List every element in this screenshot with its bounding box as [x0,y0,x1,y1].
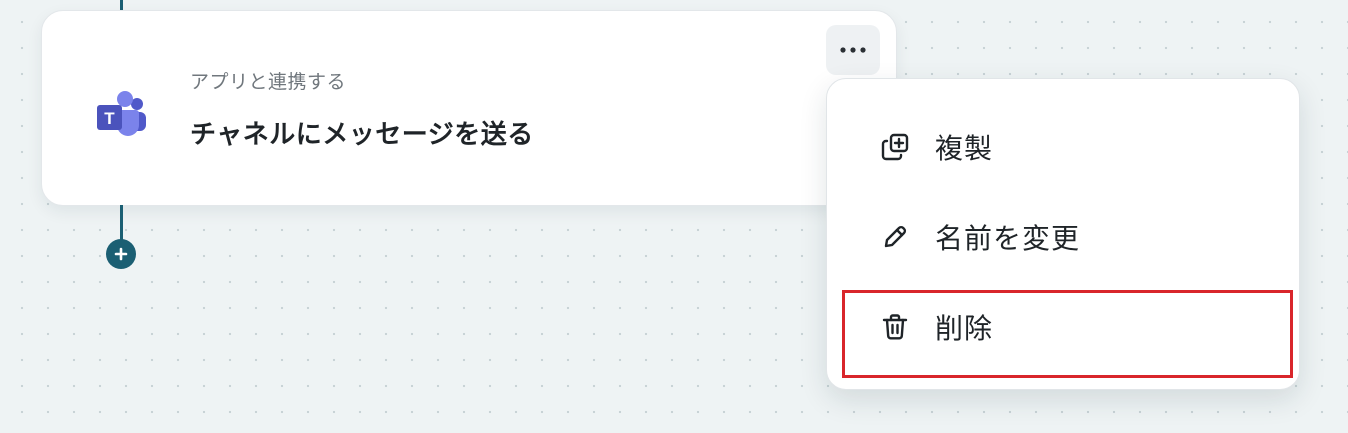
context-menu: 複製 名前を変更 削除 [826,78,1300,390]
menu-item-duplicate[interactable]: 複製 [827,107,1299,187]
ellipsis-icon [840,47,866,53]
add-step-button[interactable] [106,239,136,269]
menu-item-delete[interactable]: 削除 [827,287,1299,367]
trash-icon [877,309,913,345]
plus-icon [114,247,128,261]
more-options-button[interactable] [826,25,880,75]
svg-text:T: T [104,109,115,128]
step-card[interactable]: T アプリと連携する チャネルにメッセージを送る [41,10,897,206]
pencil-icon [877,219,913,255]
menu-item-label: 複製 [935,132,994,165]
duplicate-icon [877,129,913,165]
app-label: アプリと連携する [190,71,347,93]
microsoft-teams-icon: T [94,90,148,138]
menu-item-rename[interactable]: 名前を変更 [827,197,1299,277]
action-title: チャネルにメッセージを送る [190,120,534,150]
menu-item-label: 削除 [935,312,994,345]
menu-item-label: 名前を変更 [935,222,1081,255]
